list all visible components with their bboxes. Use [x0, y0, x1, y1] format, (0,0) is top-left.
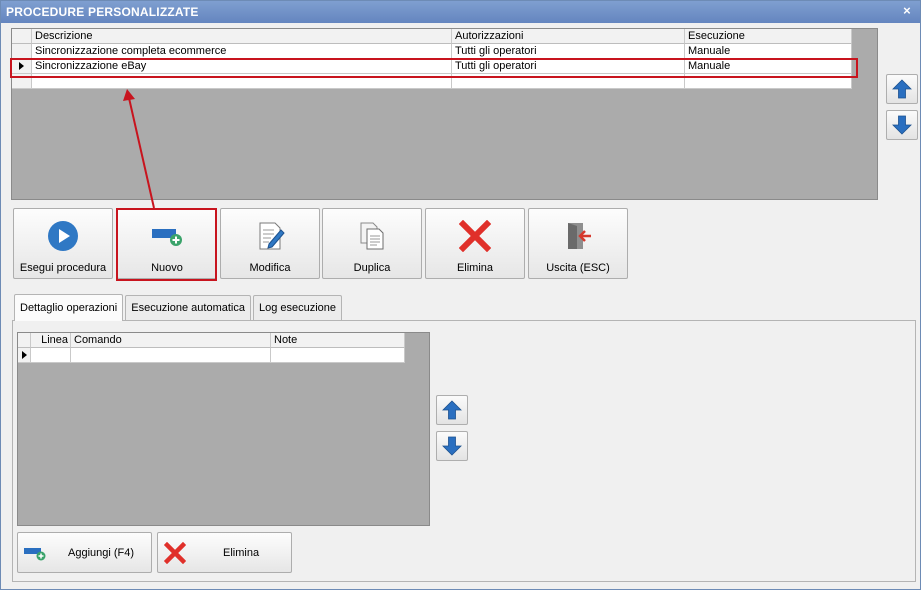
column-header-descrizione[interactable]: Descrizione	[32, 29, 452, 44]
tab-dettaglio-operazioni[interactable]: Dettaglio operazioni	[14, 294, 124, 321]
procedures-window: PROCEDURE PERSONALIZZATE × Descrizione A…	[0, 0, 921, 590]
play-icon	[48, 221, 78, 251]
highlight-box-selected-row	[10, 58, 858, 78]
cell-linea[interactable]	[31, 348, 71, 363]
row-selector[interactable]	[12, 44, 32, 59]
row-selector[interactable]	[18, 348, 31, 363]
edit-document-icon	[259, 222, 285, 250]
table-row[interactable]	[18, 348, 405, 363]
duplicate-icon	[360, 222, 384, 250]
column-header-comando[interactable]: Comando	[71, 333, 271, 348]
operations-grid[interactable]: Linea Comando Note	[17, 332, 430, 526]
operation-move-down-button[interactable]	[436, 431, 468, 461]
exit-button[interactable]: Uscita (ESC)	[528, 208, 628, 279]
edit-label: Modifica	[249, 262, 291, 274]
operations-table: Linea Comando Note	[18, 333, 405, 363]
procedures-grid-header: Descrizione Autorizzazioni Esecuzione	[12, 29, 852, 44]
run-procedure-button[interactable]: Esegui procedura	[13, 208, 113, 279]
add-operation-label: Aggiungi (F4)	[68, 546, 135, 559]
arrow-down-icon	[892, 115, 912, 135]
red-x-icon	[164, 541, 186, 564]
column-header-esecuzione[interactable]: Esecuzione	[685, 29, 852, 44]
duplicate-button[interactable]: Duplica	[322, 208, 422, 279]
arrow-down-icon	[442, 436, 462, 456]
table-row[interactable]: Sincronizzazione completa ecommerce Tutt…	[12, 44, 852, 59]
exit-label: Uscita (ESC)	[546, 262, 610, 274]
cell-descrizione[interactable]: Sincronizzazione completa ecommerce	[32, 44, 452, 59]
delete-operation-button[interactable]: Elimina	[157, 532, 292, 573]
procedures-grid[interactable]: Descrizione Autorizzazioni Esecuzione Si…	[11, 28, 878, 200]
operation-move-up-button[interactable]	[436, 395, 468, 425]
cell-esecuzione[interactable]: Manuale	[685, 44, 852, 59]
arrow-up-icon	[442, 400, 462, 420]
current-row-indicator-icon	[22, 351, 27, 359]
delete-button[interactable]: Elimina	[425, 208, 525, 279]
add-module-icon	[24, 547, 46, 560]
row-selector-header	[18, 333, 31, 348]
tab-esecuzione-automatica[interactable]: Esecuzione automatica	[125, 295, 251, 320]
cell-autorizzazioni[interactable]: Tutti gli operatori	[452, 44, 685, 59]
window-title: PROCEDURE PERSONALIZZATE	[6, 5, 199, 19]
move-down-button[interactable]	[886, 110, 918, 140]
operations-grid-header: Linea Comando Note	[18, 333, 405, 348]
move-up-button[interactable]	[886, 74, 918, 104]
delete-operation-label: Elimina	[223, 546, 260, 559]
close-icon[interactable]: ×	[900, 1, 914, 23]
arrow-up-icon	[892, 79, 912, 99]
cell-comando[interactable]	[71, 348, 271, 363]
column-header-autorizzazioni[interactable]: Autorizzazioni	[452, 29, 685, 44]
exit-door-icon	[568, 223, 591, 249]
tab-log-esecuzione[interactable]: Log esecuzione	[252, 295, 343, 320]
tab-strip: Dettaglio operazioni Esecuzione automati…	[14, 294, 344, 321]
edit-button[interactable]: Modifica	[220, 208, 320, 279]
highlight-box-new-button	[116, 208, 217, 281]
red-x-icon	[459, 220, 491, 252]
row-selector-header	[12, 29, 32, 44]
cell-note[interactable]	[271, 348, 405, 363]
column-header-note[interactable]: Note	[271, 333, 405, 348]
column-header-linea[interactable]: Linea	[31, 333, 71, 348]
run-procedure-label: Esegui procedura	[19, 262, 107, 274]
duplicate-label: Duplica	[353, 262, 391, 274]
window-titlebar: PROCEDURE PERSONALIZZATE ×	[1, 1, 920, 23]
delete-label: Elimina	[456, 262, 494, 274]
add-operation-button[interactable]: Aggiungi (F4)	[17, 532, 152, 573]
